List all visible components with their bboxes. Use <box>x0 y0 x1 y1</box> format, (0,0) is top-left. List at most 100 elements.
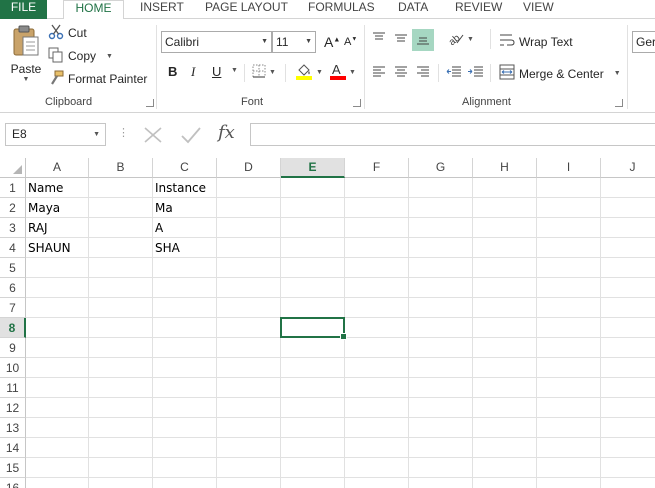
row-header-12[interactable]: 12 <box>0 398 26 418</box>
column-header-b[interactable]: B <box>89 158 153 178</box>
cell-g15[interactable] <box>409 458 473 478</box>
cell-a14[interactable] <box>26 438 89 458</box>
cell-f10[interactable] <box>345 358 409 378</box>
align-left-button[interactable] <box>372 65 386 82</box>
align-middle-button[interactable] <box>394 31 408 48</box>
cell-b7[interactable] <box>89 298 153 318</box>
cell-b10[interactable] <box>89 358 153 378</box>
enter-button[interactable] <box>180 125 202 148</box>
cell-h11[interactable] <box>473 378 537 398</box>
cell-e13[interactable] <box>281 418 345 438</box>
tab-review[interactable]: REVIEW <box>455 0 502 19</box>
cell-a11[interactable] <box>26 378 89 398</box>
cell-e5[interactable] <box>281 258 345 278</box>
copy-button[interactable]: Copy ▼ <box>48 47 113 64</box>
column-header-d[interactable]: D <box>217 158 281 178</box>
row-header-3[interactable]: 3 <box>0 218 26 238</box>
cell-a1[interactable]: Name <box>26 178 89 198</box>
cell-f1[interactable] <box>345 178 409 198</box>
cancel-button[interactable] <box>142 125 164 148</box>
cell-j8[interactable] <box>601 318 655 338</box>
cell-h7[interactable] <box>473 298 537 318</box>
column-header-i[interactable]: I <box>537 158 601 178</box>
cell-f6[interactable] <box>345 278 409 298</box>
decrease-indent-button[interactable] <box>446 65 462 82</box>
cell-j10[interactable] <box>601 358 655 378</box>
cell-j5[interactable] <box>601 258 655 278</box>
underline-dropdown[interactable]: ▼ <box>228 67 238 74</box>
format-painter-button[interactable]: Format Painter <box>48 70 147 87</box>
cell-f9[interactable] <box>345 338 409 358</box>
cell-a10[interactable] <box>26 358 89 378</box>
cell-d16[interactable] <box>217 478 281 488</box>
wrap-text-button[interactable]: Wrap Text <box>499 33 573 50</box>
cell-e3[interactable] <box>281 218 345 238</box>
cell-b16[interactable] <box>89 478 153 488</box>
cell-c11[interactable] <box>153 378 217 398</box>
cell-j15[interactable] <box>601 458 655 478</box>
italic-button[interactable]: I <box>191 64 195 80</box>
cell-j6[interactable] <box>601 278 655 298</box>
cell-j1[interactable] <box>601 178 655 198</box>
cell-h5[interactable] <box>473 258 537 278</box>
select-all-button[interactable] <box>0 158 26 178</box>
cell-i6[interactable] <box>537 278 601 298</box>
cell-g6[interactable] <box>409 278 473 298</box>
cell-f15[interactable] <box>345 458 409 478</box>
cell-i3[interactable] <box>537 218 601 238</box>
row-header-8[interactable]: 8 <box>0 318 26 338</box>
chevron-down-icon[interactable]: ▼ <box>106 53 113 60</box>
row-header-11[interactable]: 11 <box>0 378 26 398</box>
tab-file[interactable]: FILE <box>0 0 47 19</box>
cell-f16[interactable] <box>345 478 409 488</box>
cell-d9[interactable] <box>217 338 281 358</box>
cell-c9[interactable] <box>153 338 217 358</box>
cell-b6[interactable] <box>89 278 153 298</box>
cell-e9[interactable] <box>281 338 345 358</box>
cell-d14[interactable] <box>217 438 281 458</box>
cell-e12[interactable] <box>281 398 345 418</box>
cell-g2[interactable] <box>409 198 473 218</box>
font-size-field[interactable]: 11 ▼ <box>272 31 316 53</box>
cell-h13[interactable] <box>473 418 537 438</box>
cell-g12[interactable] <box>409 398 473 418</box>
tab-insert[interactable]: INSERT <box>140 0 184 19</box>
fx-icon[interactable]: fx <box>218 122 235 143</box>
tab-view[interactable]: VIEW <box>523 0 554 19</box>
cell-e6[interactable] <box>281 278 345 298</box>
name-box[interactable]: E8 ▼ <box>5 123 106 146</box>
cell-c12[interactable] <box>153 398 217 418</box>
cell-i9[interactable] <box>537 338 601 358</box>
cell-g5[interactable] <box>409 258 473 278</box>
cell-i2[interactable] <box>537 198 601 218</box>
column-header-c[interactable]: C <box>153 158 217 178</box>
cell-h2[interactable] <box>473 198 537 218</box>
increase-indent-button[interactable] <box>468 65 484 82</box>
cell-c10[interactable] <box>153 358 217 378</box>
cell-c5[interactable] <box>153 258 217 278</box>
cell-a4[interactable]: SHAUN <box>26 238 89 258</box>
cell-a15[interactable] <box>26 458 89 478</box>
cell-j13[interactable] <box>601 418 655 438</box>
row-header-6[interactable]: 6 <box>0 278 26 298</box>
cell-i5[interactable] <box>537 258 601 278</box>
cell-d15[interactable] <box>217 458 281 478</box>
cell-d2[interactable] <box>217 198 281 218</box>
cell-c16[interactable] <box>153 478 217 488</box>
row-header-9[interactable]: 9 <box>0 338 26 358</box>
cell-c13[interactable] <box>153 418 217 438</box>
cell-a13[interactable] <box>26 418 89 438</box>
cell-g3[interactable] <box>409 218 473 238</box>
clipboard-launcher-icon[interactable] <box>146 99 154 107</box>
column-header-e[interactable]: E <box>281 158 345 178</box>
cell-i4[interactable] <box>537 238 601 258</box>
cell-i15[interactable] <box>537 458 601 478</box>
bold-button[interactable]: B <box>168 64 177 79</box>
cell-i13[interactable] <box>537 418 601 438</box>
borders-button[interactable]: ▼ <box>252 64 276 81</box>
cell-g1[interactable] <box>409 178 473 198</box>
cell-e14[interactable] <box>281 438 345 458</box>
cell-a2[interactable]: Maya <box>26 198 89 218</box>
cell-b4[interactable] <box>89 238 153 258</box>
cell-a6[interactable] <box>26 278 89 298</box>
